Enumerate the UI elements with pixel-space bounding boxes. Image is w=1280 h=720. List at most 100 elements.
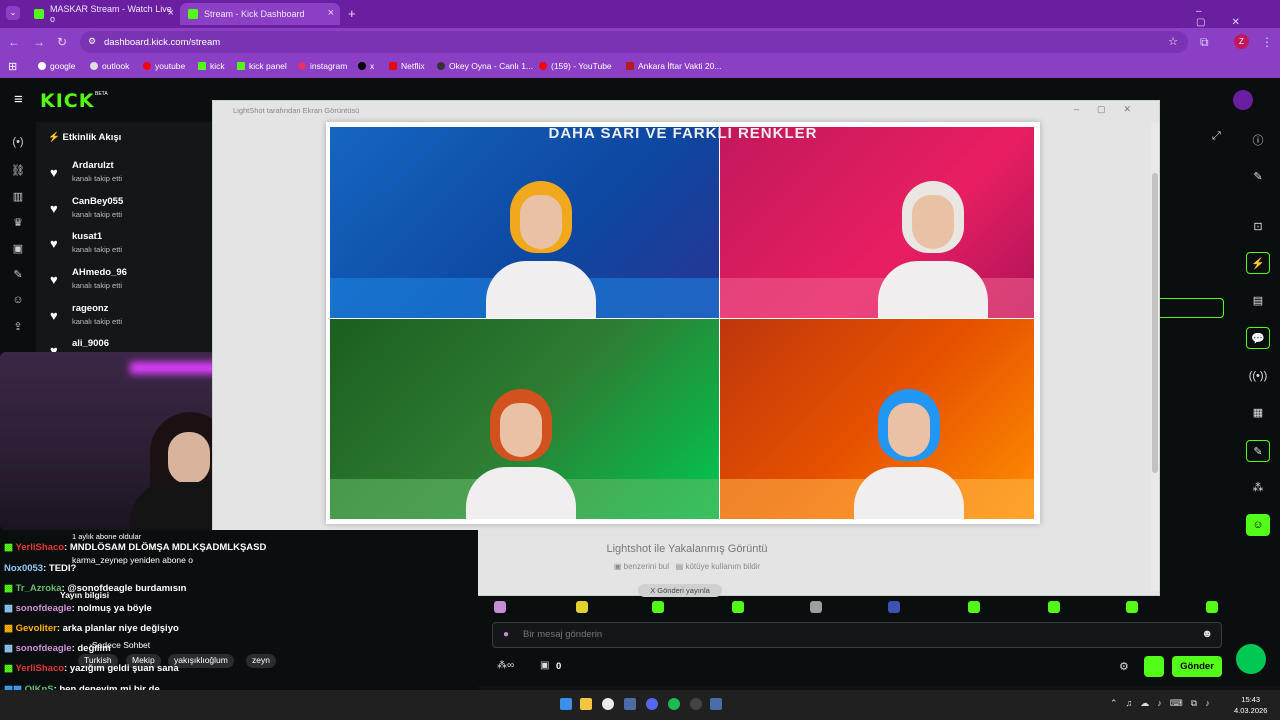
back-icon[interactable]: ←: [8, 35, 20, 49]
tab-search-icon[interactable]: ⌄: [6, 6, 20, 20]
stream-tag[interactable]: zeyn: [246, 654, 276, 668]
forward-icon[interactable]: →: [33, 35, 45, 49]
emote-icon[interactable]: [968, 601, 980, 613]
bookmark-ankara[interactable]: Ankara İftar Vakti 20...: [626, 61, 721, 71]
wrench-icon[interactable]: ✎: [11, 268, 25, 282]
obs-icon[interactable]: [690, 698, 702, 710]
emote-icon[interactable]: [494, 601, 506, 613]
bookmark-youtube-2[interactable]: (159) - YouTube: [539, 61, 612, 71]
bookmark-netflix[interactable]: Netflix: [389, 61, 425, 71]
feed-item[interactable]: ♥ AHmedo_96 kanalı takip etti: [50, 267, 200, 297]
tab-kick-dashboard[interactable]: Stream - Kick Dashboard ×: [180, 3, 340, 25]
bookmark-youtube[interactable]: youtube: [143, 61, 185, 71]
trophy-icon[interactable]: ♛: [11, 216, 25, 230]
send-button[interactable]: Gönder: [1172, 656, 1222, 677]
bookmark-google[interactable]: google: [38, 61, 76, 71]
feed-title: ⚡ Etkinlik Akışı: [48, 132, 122, 143]
channel-points-icon[interactable]: ⁂∞: [497, 660, 514, 671]
window-controls[interactable]: –▢✕: [1196, 6, 1280, 28]
emoji-icon[interactable]: ☻: [1201, 628, 1213, 640]
stream-live-icon[interactable]: (•): [11, 136, 25, 150]
chat-message-box[interactable]: ● ☻: [492, 622, 1222, 648]
discord-icon[interactable]: [646, 698, 658, 710]
quadrant-blue: [330, 127, 719, 318]
emote-icon[interactable]: [888, 601, 900, 613]
dashboard-input-outline[interactable]: [1150, 298, 1224, 318]
extensions-icon[interactable]: ⧉: [1200, 35, 1209, 50]
scrollbar[interactable]: [1151, 123, 1159, 591]
bookmark-kick-panel[interactable]: kick panel: [237, 61, 287, 71]
notes-icon[interactable]: ▤: [1246, 290, 1270, 312]
broadcast-icon[interactable]: ((•)): [1246, 365, 1270, 387]
find-similar-link[interactable]: benzerini bul: [624, 562, 669, 571]
bookmark-kick[interactable]: kick: [198, 61, 225, 71]
feed-item[interactable]: ♥ kusat1 kanalı takip etti: [50, 231, 200, 261]
hamburger-menu-icon[interactable]: ≡: [14, 91, 23, 108]
bookmark-star-icon[interactable]: ☆: [1168, 35, 1178, 48]
emote-icon[interactable]: [732, 601, 744, 613]
bookmark-okey[interactable]: Okey Oyna - Canlı 1...: [437, 61, 533, 71]
gift-icon[interactable]: ▣: [540, 660, 549, 671]
video-icon[interactable]: ▣: [11, 242, 25, 256]
upload-icon[interactable]: ⇪: [11, 320, 25, 334]
chrome-icon[interactable]: [602, 698, 614, 710]
menu-icon[interactable]: ⋮: [1261, 35, 1273, 49]
window-controls[interactable]: –▢✕: [1074, 104, 1149, 115]
new-tab-button[interactable]: +: [348, 6, 356, 21]
file-explorer-icon[interactable]: [580, 698, 592, 710]
layers-icon[interactable]: ▦: [1246, 402, 1270, 424]
support-bubble-icon[interactable]: [1236, 644, 1266, 674]
chat-input[interactable]: [523, 629, 1123, 640]
share-icon[interactable]: ⁂: [1246, 477, 1270, 499]
site-info-icon[interactable]: ⚙: [88, 36, 96, 47]
emote-icon[interactable]: [576, 601, 588, 613]
info-icon[interactable]: ⓘ: [1246, 130, 1270, 152]
wrench-icon[interactable]: ✎: [1246, 440, 1270, 462]
spotify-icon[interactable]: [668, 698, 680, 710]
mic-icon[interactable]: ●: [503, 629, 509, 640]
link-icon[interactable]: ⛓: [11, 164, 25, 178]
kick-emote-button[interactable]: [1144, 656, 1164, 677]
kick-logo[interactable]: KICK: [40, 90, 94, 112]
tab-maskar-stream[interactable]: MASKAR Stream - Watch Live o ×: [26, 3, 180, 25]
tray-icons[interactable]: ⌃♫☁♪⌨⧉♪: [1110, 698, 1218, 709]
emote-icon[interactable]: [1048, 601, 1060, 613]
emote-icon[interactable]: [810, 601, 822, 613]
steam-icon-2[interactable]: [710, 698, 722, 710]
edit-icon[interactable]: ✎: [1246, 166, 1270, 188]
profile-avatar[interactable]: Z: [1234, 34, 1249, 49]
start-icon[interactable]: [560, 698, 572, 710]
report-link[interactable]: kötüye kullanım bildir: [685, 562, 760, 571]
kick-icon: [237, 62, 245, 70]
close-icon[interactable]: ×: [328, 7, 334, 19]
emote-icon[interactable]: [1206, 601, 1218, 613]
user-avatar[interactable]: [1233, 90, 1253, 110]
settings-gear-icon[interactable]: ⚙: [1119, 660, 1129, 673]
bookmark-outlook[interactable]: outlook: [90, 61, 129, 71]
popout-icon[interactable]: ⤢: [1212, 130, 1221, 143]
bookmark-x[interactable]: x: [358, 61, 374, 71]
capture-icon[interactable]: ⊡: [1246, 216, 1270, 238]
bookmark-instagram[interactable]: instagram: [298, 61, 347, 71]
window-title: LightShot tarafından Ekran Görüntüsü: [233, 106, 360, 115]
chat-icon[interactable]: 💬: [1246, 327, 1270, 349]
bolt-icon[interactable]: ⚡: [1246, 252, 1270, 274]
chat-line: ▩ sonofdeagle: nolmuş ya böyle: [4, 603, 152, 614]
feed-item[interactable]: ♥ CanBey055 kanalı takip etti: [50, 196, 200, 226]
emote-box-icon[interactable]: ☺: [1246, 514, 1270, 536]
feed-item[interactable]: ♥ Ardarulzt kanalı takip etti: [50, 160, 200, 190]
users-icon[interactable]: ☺: [11, 294, 25, 308]
heart-icon: ♥: [50, 272, 58, 287]
reload-icon[interactable]: ↻: [57, 35, 67, 49]
emote-icon[interactable]: [652, 601, 664, 613]
analytics-icon[interactable]: ▥: [11, 190, 25, 204]
scrollbar-thumb[interactable]: [1152, 173, 1158, 473]
url-field[interactable]: ⚙ dashboard.kick.com/stream ☆: [80, 31, 1188, 53]
steam-icon[interactable]: [624, 698, 636, 710]
system-clock[interactable]: 15:43 4.03.2026: [1234, 694, 1267, 716]
close-icon[interactable]: ×: [168, 7, 174, 19]
publish-button[interactable]: X Gönderi yayınla: [638, 584, 722, 597]
apps-grid-icon[interactable]: ⊞: [8, 60, 17, 73]
feed-item[interactable]: ♥ rageonz kanalı takip etti: [50, 303, 200, 333]
emote-icon[interactable]: [1126, 601, 1138, 613]
